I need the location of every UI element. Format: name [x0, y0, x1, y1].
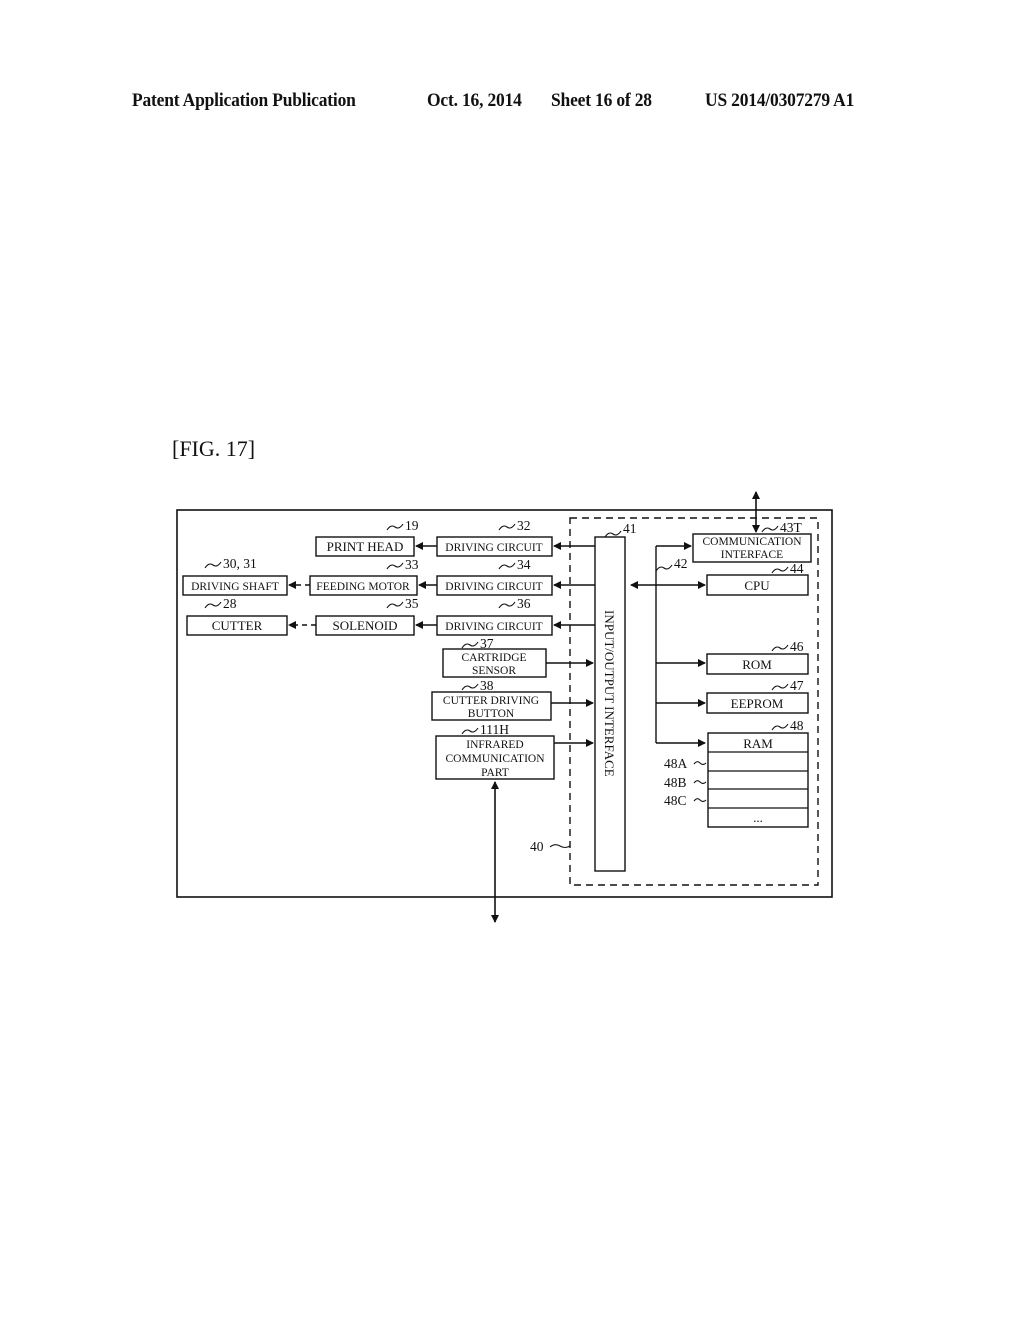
ref-32: 32 [517, 518, 531, 533]
cartridge-sensor-line2: SENSOR [472, 665, 516, 677]
solenoid-label: SOLENOID [333, 618, 398, 633]
driving-circuit-32-label: DRIVING CIRCUIT [445, 542, 542, 554]
io-interface-label: INPUT/OUTPUT INTERFACE [602, 610, 617, 777]
ref-33: 33 [405, 557, 419, 572]
ref-47: 47 [790, 678, 804, 693]
ref-28: 28 [223, 596, 237, 611]
ref-34: 34 [517, 557, 531, 572]
block-diagram: PRINT HEAD DRIVING CIRCUIT DRIVING SHAFT… [176, 491, 833, 923]
cutter-button-line1: CUTTER DRIVING [443, 695, 539, 707]
comm-interface-line2: INTERFACE [721, 549, 783, 561]
ref-48: 48 [790, 718, 804, 733]
ref-43t: 43T [780, 520, 803, 535]
cutter-label: CUTTER [212, 618, 263, 633]
ref-36: 36 [517, 596, 531, 611]
ref-40: 40 [530, 839, 544, 854]
cutter-button-line2: BUTTON [468, 708, 515, 720]
eeprom-label: EEPROM [731, 696, 784, 711]
print-head-label: PRINT HEAD [327, 539, 404, 554]
infrared-line1: INFRARED [466, 739, 524, 751]
ref-44: 44 [790, 561, 804, 576]
ref-111h: 111H [480, 722, 509, 737]
ram-more: ... [753, 810, 763, 825]
cpu-label: CPU [744, 578, 770, 593]
cartridge-sensor-line1: CARTRIDGE [461, 652, 526, 664]
driving-shaft-label: DRIVING SHAFT [191, 581, 279, 593]
ref-46: 46 [790, 639, 804, 654]
ref-42: 42 [674, 556, 688, 571]
ref-48a: 48A [664, 756, 688, 771]
infrared-line3: PART [481, 767, 509, 779]
ref-41: 41 [623, 521, 637, 536]
comm-interface-line1: COMMUNICATION [702, 536, 802, 548]
ref-48c: 48C [664, 793, 687, 808]
rom-label: ROM [742, 657, 772, 672]
ref-48b: 48B [664, 775, 687, 790]
ref-35: 35 [405, 596, 419, 611]
driving-circuit-34-label: DRIVING CIRCUIT [445, 581, 542, 593]
infrared-line2: COMMUNICATION [445, 753, 545, 765]
ref-37: 37 [480, 636, 494, 651]
ref-19: 19 [405, 518, 419, 533]
feeding-motor-label: FEEDING MOTOR [316, 581, 410, 593]
driving-circuit-36-label: DRIVING CIRCUIT [445, 621, 542, 633]
ref-30-31: 30, 31 [223, 556, 257, 571]
ram-label: RAM [743, 736, 773, 751]
ref-38: 38 [480, 678, 494, 693]
